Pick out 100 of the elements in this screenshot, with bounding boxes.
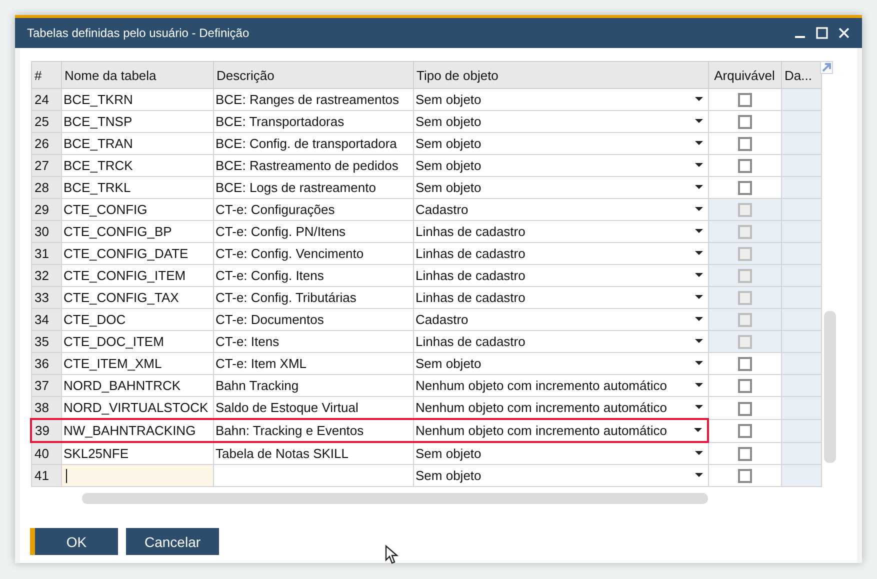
table-cell: CTE_CONFIG_ITEM [61,264,213,286]
caret-icon [694,383,702,387]
table-cell: CTE_CONFIG [61,198,213,220]
caret-icon [694,97,702,101]
row-number: 38 [31,396,61,419]
name-input-field[interactable] [61,464,213,486]
table-cell: CT-e: Documentos [213,308,413,330]
caret-icon [694,141,702,145]
table-cell: BCE: Logs de rastreamento [213,176,413,198]
row-number: 39 [31,419,61,442]
object-type-dropdown[interactable]: Cadastro [413,308,708,330]
caret-icon [694,428,702,432]
table-cell: CT-e: Config. Tributárias [213,286,413,308]
table-cell: Saldo de Estoque Virtual [213,396,413,419]
checkbox[interactable] [738,137,752,152]
table-cell: BCE: Rastreamento de pedidos [213,154,413,176]
table-cell: CTE_CONFIG_TAX [61,286,213,308]
checkbox[interactable] [738,159,752,174]
table-cell: CT-e: Itens [213,330,413,352]
row-number: 34 [31,308,61,330]
table-cell: CTE_DOC_ITEM [61,330,213,352]
checkbox[interactable] [738,115,752,130]
window-title: Tabelas definidas pelo usuário - Definição [27,26,250,40]
object-type-dropdown[interactable]: Linhas de cadastro [413,264,708,286]
checkbox[interactable] [738,181,752,196]
table-cell: BCE: Transportadoras [213,110,413,132]
table-cell: BCE: Config. de transportadora [213,132,413,154]
caret-icon [694,251,702,255]
table-cell: BCE_TNSP [61,110,213,132]
object-type-dropdown[interactable]: Sem objeto [413,352,708,374]
object-type-dropdown[interactable]: Nenhum objeto com incremento automático [413,419,708,442]
row-number: 31 [31,242,61,264]
row-number: 35 [31,330,61,352]
caret-icon [694,473,702,477]
table-cell: Bahn: Tracking e Eventos [213,419,413,442]
column-header[interactable]: Nome da tabela [61,62,213,88]
row-number: 36 [31,352,61,374]
caret-icon [694,163,702,167]
table-cell: Tabela de Notas SKILL [213,442,413,464]
row-number: 30 [31,220,61,242]
checkbox[interactable] [738,357,752,372]
row-number: 24 [31,88,61,110]
table-cell: CT-e: Configurações [213,198,413,220]
table-cell: BCE_TRCK [61,154,213,176]
caret-icon [694,405,702,409]
object-type-dropdown[interactable]: Sem objeto [413,88,708,110]
object-type-dropdown[interactable]: Sem objeto [413,110,708,132]
object-type-dropdown[interactable]: Sem objeto [413,176,708,198]
caret-icon [694,295,702,299]
table-cell: BCE_TRKL [61,176,213,198]
checkbox[interactable] [738,93,752,108]
table-cell: Bahn Tracking [213,374,413,396]
table-cell: CT-e: Item XML [213,352,413,374]
table-cell: NW_BAHNTRACKING [61,419,213,442]
object-type-dropdown[interactable]: Sem objeto [413,154,708,176]
expand-icon[interactable] [820,61,833,74]
horizontal-scrollbar[interactable] [82,493,708,504]
object-type-dropdown[interactable]: Sem objeto [413,132,708,154]
column-header[interactable]: Arquivável [708,62,781,88]
table-cell: BCE_TRAN [61,132,213,154]
checkbox[interactable] [738,402,752,416]
object-type-dropdown[interactable]: Sem objeto [413,464,708,486]
column-header[interactable]: # [31,62,61,88]
table-cell: NORD_BAHNTRCK [61,374,213,396]
dialog-button[interactable]: Cancelar [126,528,219,555]
object-type-dropdown[interactable]: Nenhum objeto com incremento automático [413,374,708,396]
caret-icon [694,119,702,123]
object-type-dropdown[interactable]: Cadastro [413,198,708,220]
maximize-icon[interactable] [816,27,828,39]
caret-icon [694,185,702,189]
vertical-scrollbar[interactable] [824,311,836,463]
dialog-button[interactable]: OK [30,528,118,555]
object-type-dropdown[interactable]: Sem objeto [413,442,708,464]
column-header[interactable]: Tipo de objeto [413,62,708,88]
table-cell: CTE_DOC [61,308,213,330]
object-type-dropdown[interactable]: Linhas de cadastro [413,242,708,264]
checkbox[interactable] [738,424,752,438]
row-number: 29 [31,198,61,220]
object-type-dropdown[interactable]: Linhas de cadastro [413,286,708,308]
object-type-dropdown[interactable]: Linhas de cadastro [413,220,708,242]
table-cell: CTE_CONFIG_BP [61,220,213,242]
row-number: 32 [31,264,61,286]
object-type-dropdown[interactable]: Linhas de cadastro [413,330,708,352]
caret-icon [694,207,702,211]
checkbox[interactable] [738,379,752,394]
row-number: 26 [31,132,61,154]
checkbox[interactable] [738,469,752,484]
caret-icon [694,317,702,321]
row-number: 27 [31,154,61,176]
column-header[interactable]: Da... [781,62,821,88]
table-cell: CT-e: Config. PN/Itens [213,220,413,242]
caret-icon [694,273,702,277]
row-number: 40 [31,442,61,464]
column-header[interactable]: Descrição [213,62,413,88]
close-icon[interactable] [838,27,850,39]
row-number: 41 [31,464,61,486]
checkbox[interactable] [738,447,752,462]
table-cell: BCE: Ranges de rastreamentos [213,88,413,110]
caret-icon [694,451,702,455]
row-number: 37 [31,374,61,396]
